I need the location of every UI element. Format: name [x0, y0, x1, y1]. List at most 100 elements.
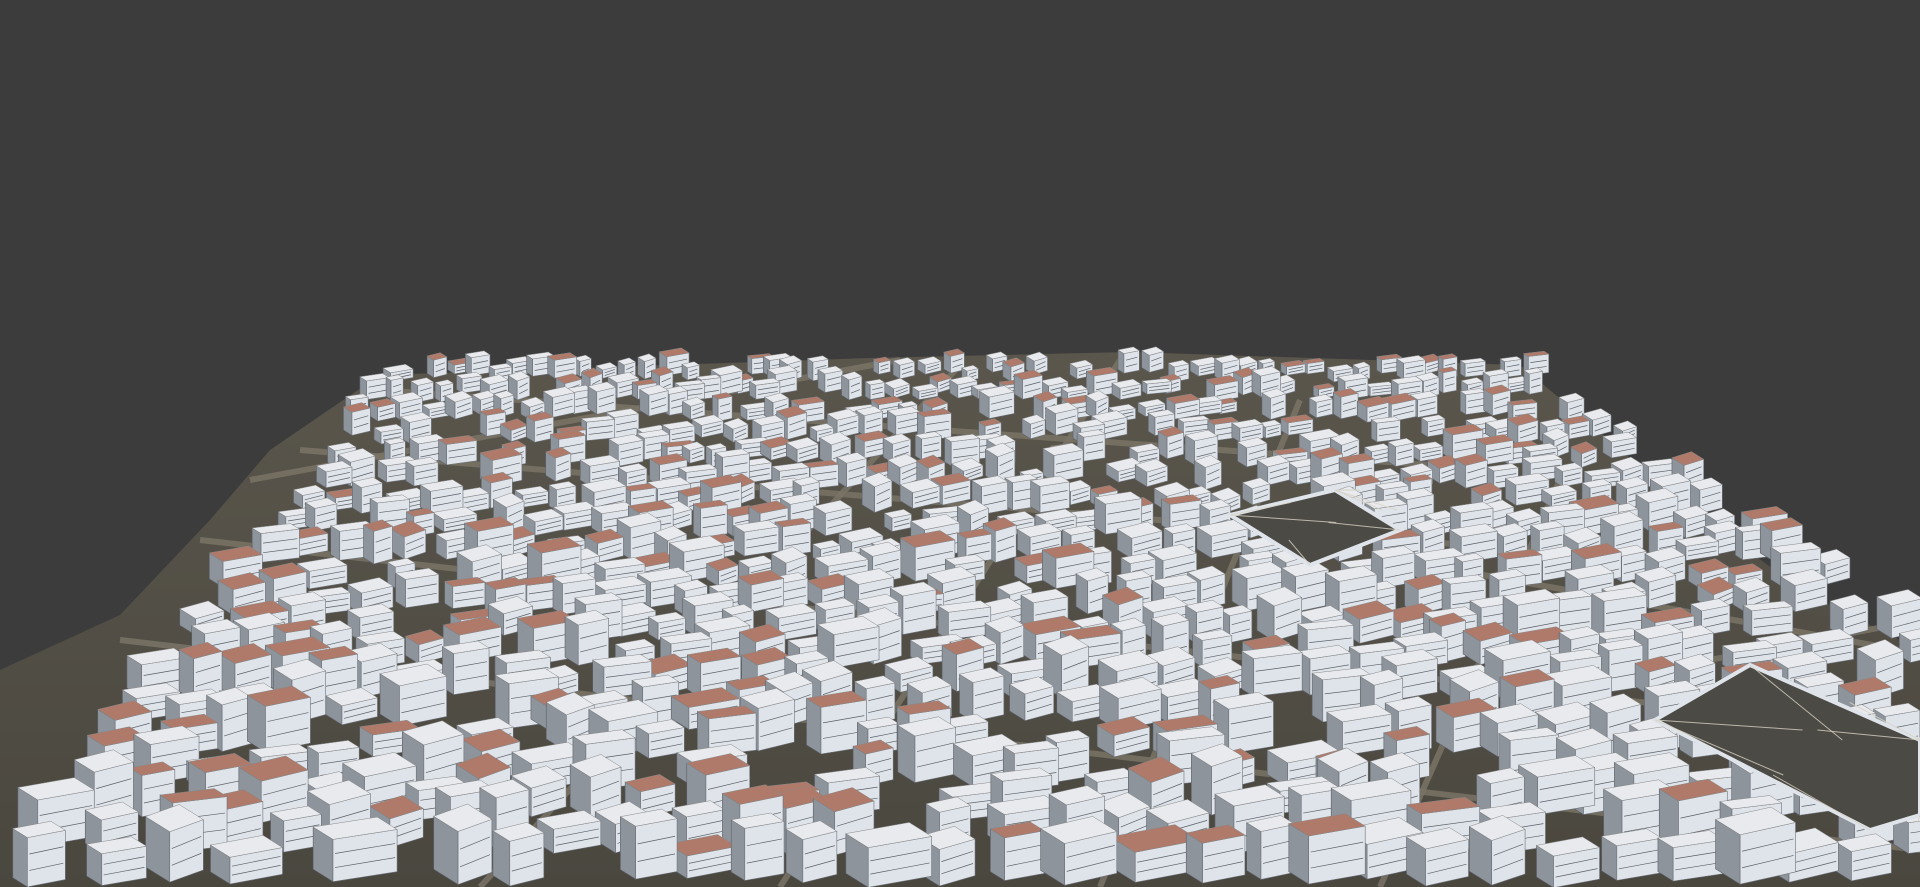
building — [692, 499, 728, 539]
building — [886, 406, 921, 436]
building — [1454, 453, 1488, 489]
building — [1535, 836, 1601, 887]
building — [1009, 676, 1055, 722]
building — [978, 385, 1015, 420]
building — [443, 577, 487, 610]
building — [892, 357, 916, 380]
building — [1332, 388, 1359, 420]
building — [914, 431, 942, 461]
building — [872, 356, 892, 375]
building — [542, 386, 576, 418]
building — [564, 609, 610, 666]
building — [455, 371, 483, 394]
building — [897, 716, 957, 784]
building — [1468, 815, 1526, 886]
building — [883, 509, 913, 533]
building — [1021, 414, 1046, 440]
building — [706, 557, 739, 588]
building — [1405, 827, 1470, 887]
building — [342, 402, 371, 436]
building — [1834, 833, 1893, 882]
building — [722, 417, 749, 443]
building — [887, 453, 919, 487]
building — [1039, 816, 1118, 886]
building — [1241, 644, 1303, 698]
building — [389, 520, 427, 560]
building — [1483, 384, 1512, 417]
building — [1141, 378, 1173, 395]
building — [433, 803, 493, 886]
building — [404, 629, 445, 665]
building — [441, 640, 490, 696]
building — [1657, 830, 1726, 882]
building — [840, 371, 863, 401]
building — [639, 384, 669, 417]
building — [362, 519, 394, 565]
building — [525, 411, 555, 443]
building — [1261, 388, 1287, 421]
building — [1042, 442, 1084, 483]
building — [958, 667, 1005, 723]
building — [144, 804, 204, 883]
building — [1523, 367, 1544, 395]
building — [864, 378, 886, 401]
building — [1326, 704, 1393, 757]
building — [1029, 475, 1071, 514]
building — [12, 820, 67, 887]
building — [1185, 824, 1246, 884]
building — [1554, 462, 1584, 488]
building — [1193, 454, 1223, 491]
building — [369, 398, 396, 422]
building — [733, 520, 780, 557]
building — [1308, 394, 1334, 419]
building — [394, 567, 440, 609]
building — [730, 812, 785, 882]
building — [1280, 359, 1306, 376]
building — [1280, 414, 1314, 436]
building — [444, 390, 474, 420]
building — [536, 810, 602, 854]
building — [916, 356, 942, 375]
building — [1241, 477, 1271, 506]
building — [426, 352, 448, 379]
building — [1602, 431, 1638, 459]
building — [1157, 426, 1185, 460]
building — [492, 822, 545, 887]
building — [1196, 519, 1249, 559]
building — [1364, 381, 1395, 397]
building — [1141, 346, 1165, 373]
building — [681, 396, 706, 421]
building — [1714, 806, 1797, 885]
building — [379, 663, 448, 727]
building — [405, 456, 439, 487]
building — [1256, 586, 1303, 642]
building — [315, 460, 353, 489]
building — [85, 836, 148, 887]
building — [861, 472, 893, 514]
building — [989, 821, 1045, 882]
3d-viewport[interactable] — [0, 0, 1920, 887]
building — [587, 381, 617, 415]
building — [1111, 378, 1142, 401]
building — [817, 365, 844, 394]
building — [1437, 366, 1458, 394]
building — [464, 350, 491, 377]
building — [1302, 358, 1326, 375]
building — [1370, 416, 1402, 443]
building — [545, 446, 572, 482]
city-model-render — [0, 346, 1920, 887]
building — [813, 500, 853, 537]
building — [1117, 346, 1140, 374]
building — [937, 600, 992, 640]
building — [1288, 813, 1366, 885]
building — [943, 348, 966, 374]
building — [1742, 600, 1794, 637]
building — [1246, 815, 1296, 880]
building — [1420, 414, 1446, 438]
building — [785, 820, 838, 884]
building — [1459, 388, 1487, 416]
building — [1600, 828, 1663, 881]
building — [619, 808, 678, 880]
building — [1387, 438, 1415, 467]
building — [246, 685, 312, 753]
